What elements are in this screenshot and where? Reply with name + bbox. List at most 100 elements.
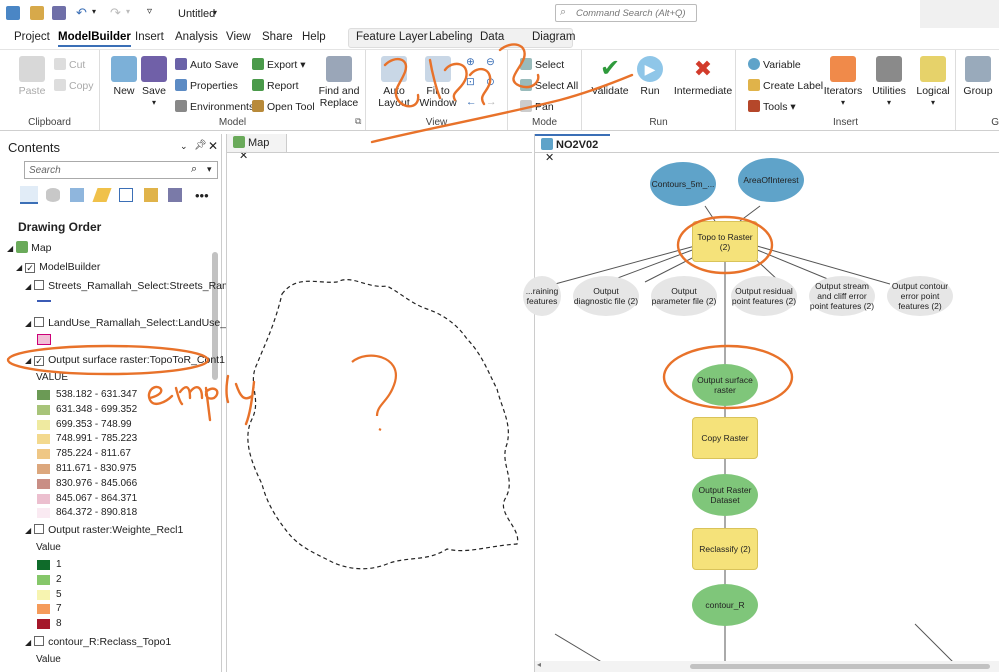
pan-button[interactable]: Pan bbox=[520, 100, 554, 113]
redo-icon[interactable]: ↷ bbox=[110, 5, 121, 21]
search-dropdown-icon[interactable]: ▾ bbox=[207, 164, 212, 175]
select-all-button[interactable]: Select All bbox=[520, 79, 578, 92]
environments-button[interactable]: Environments bbox=[175, 100, 254, 113]
list-by-selection-icon[interactable] bbox=[70, 188, 84, 202]
tab-project[interactable]: Project bbox=[14, 31, 50, 43]
tab-help[interactable]: Help bbox=[302, 31, 326, 43]
pin-icon[interactable]: 📌︎ bbox=[194, 140, 207, 151]
zoom-fit-icon[interactable]: ⊙ bbox=[486, 76, 495, 88]
more-options-icon[interactable]: ••• bbox=[195, 188, 209, 203]
create-label-button[interactable]: Create Label bbox=[748, 79, 823, 92]
next-extent-icon[interactable]: → bbox=[486, 96, 497, 108]
open-tool-button[interactable]: Open Tool bbox=[252, 100, 315, 113]
output-residual-point-features[interactable]: Output residual point features (2) bbox=[731, 276, 797, 316]
select-button[interactable]: Select bbox=[520, 58, 564, 71]
paste-button[interactable]: Paste bbox=[10, 56, 54, 97]
copy-button[interactable]: Copy bbox=[54, 79, 94, 92]
output-surface-raster-variable[interactable]: Output surface raster bbox=[692, 364, 758, 406]
list-by-drawing-order-icon[interactable] bbox=[20, 186, 38, 204]
layer-contour-r[interactable]: ◢ contour_R:Reclass_Topo1 bbox=[25, 636, 171, 648]
zoom-in-icon[interactable]: ⊕ bbox=[466, 56, 475, 68]
copy-raster-tool[interactable]: Copy Raster bbox=[692, 417, 758, 459]
new-project-icon[interactable] bbox=[6, 6, 20, 20]
list-by-perspective-icon[interactable] bbox=[168, 188, 182, 202]
collapse-icon[interactable]: ◢ bbox=[7, 244, 13, 253]
topo-to-raster-tool[interactable]: Topo to Raster (2) bbox=[692, 221, 758, 262]
output-parameter-file[interactable]: Output parameter file (2) bbox=[651, 276, 717, 316]
undo-icon[interactable]: ↶ bbox=[76, 5, 87, 21]
reclassify-tool[interactable]: Reclassify (2) bbox=[692, 528, 758, 570]
redo-dropdown-icon[interactable]: ▾ bbox=[126, 7, 130, 16]
map-view[interactable]: Map ✕ ? bbox=[226, 134, 532, 672]
tab-view[interactable]: View bbox=[226, 31, 251, 43]
layer-checkbox[interactable] bbox=[34, 317, 45, 327]
tab-data[interactable]: Data bbox=[480, 31, 504, 43]
run-button[interactable]: ▶ Run bbox=[630, 56, 670, 97]
tools-button[interactable]: Tools ▾ bbox=[748, 100, 796, 113]
layer-streets[interactable]: ◢ Streets_Ramallah_Select:Streets_Ram... bbox=[25, 280, 240, 292]
close-pane-icon[interactable]: ✕ bbox=[208, 139, 218, 153]
scroll-left-icon[interactable]: ◂ bbox=[537, 660, 541, 669]
logical-button[interactable]: Logical ▾ bbox=[910, 56, 956, 109]
title-dropdown-icon[interactable]: ▾ bbox=[213, 8, 217, 17]
list-by-labeling-icon[interactable] bbox=[144, 188, 158, 202]
tab-modelbuilder[interactable]: ModelBuilder bbox=[58, 31, 131, 47]
scrollbar-thumb[interactable] bbox=[690, 664, 990, 669]
input-contours-variable[interactable]: Contours_5m_... bbox=[650, 162, 716, 206]
auto-save-button[interactable]: Auto Save bbox=[175, 58, 238, 71]
pane-options-icon[interactable]: ⌄ bbox=[180, 141, 188, 152]
layer-checkbox[interactable] bbox=[34, 636, 45, 646]
previous-extent-icon[interactable]: ← bbox=[466, 96, 477, 108]
auto-layout-button[interactable]: Auto Layout bbox=[372, 56, 416, 109]
list-by-editing-icon[interactable] bbox=[92, 188, 112, 202]
list-by-source-icon[interactable] bbox=[46, 188, 60, 202]
intermediate-button[interactable]: ✖ Intermediate bbox=[672, 56, 734, 97]
layer-weighted-reclass[interactable]: ◢ Output raster:Weighte_Recl1 bbox=[25, 524, 183, 536]
open-icon[interactable] bbox=[30, 6, 44, 20]
tab-insert[interactable]: Insert bbox=[135, 31, 164, 43]
layer-landuse[interactable]: ◢ LandUse_Ramallah_Select:LandUse_R... bbox=[25, 317, 242, 329]
map-node[interactable]: ◢ Map bbox=[7, 241, 52, 254]
export-button[interactable]: Export ▾ bbox=[252, 58, 306, 71]
layer-checkbox[interactable]: ✓ bbox=[34, 356, 45, 366]
output-raster-dataset-variable[interactable]: Output Raster Dataset bbox=[692, 474, 758, 516]
layer-output-surface-raster[interactable]: ◢ ✓ Output surface raster:TopoToR_Cont1 bbox=[25, 354, 225, 366]
model-dialog-launcher-icon[interactable]: ⧉ bbox=[355, 116, 361, 127]
output-stream-cliff-error[interactable]: Output stream and cliff error point feat… bbox=[809, 276, 875, 316]
contour-r-variable[interactable]: contour_R bbox=[692, 584, 758, 626]
report-button[interactable]: Report bbox=[252, 79, 299, 92]
save-project-icon[interactable] bbox=[52, 6, 66, 20]
zoom-out-icon[interactable]: ⊖ bbox=[486, 56, 495, 68]
project-title[interactable]: Untitled bbox=[178, 8, 215, 20]
tab-analysis[interactable]: Analysis bbox=[175, 31, 218, 43]
list-by-snapping-icon[interactable] bbox=[119, 188, 133, 202]
cut-button[interactable]: Cut bbox=[54, 58, 85, 71]
find-replace-button[interactable]: Find and Replace bbox=[316, 56, 362, 109]
contents-search-input[interactable]: Search ⌕ ▾ bbox=[24, 161, 218, 179]
tab-labeling[interactable]: Labeling bbox=[429, 31, 472, 43]
tab-feature-layer[interactable]: Feature Layer bbox=[356, 31, 428, 43]
modelbuilder-layer-group[interactable]: ◢ ✓ ModelBuilder bbox=[16, 261, 100, 273]
horizontal-scrollbar[interactable]: ◂ bbox=[535, 660, 999, 672]
tab-share[interactable]: Share bbox=[262, 31, 293, 43]
save-model-button[interactable]: Save ▾ bbox=[132, 56, 176, 109]
output-diagnostic-file[interactable]: Output diagnostic file (2) bbox=[573, 276, 639, 316]
variable-button[interactable]: Variable bbox=[748, 58, 801, 71]
command-search[interactable]: ⌕ Command Search (Alt+Q) bbox=[555, 4, 697, 22]
output-training-features[interactable]: ...raining features bbox=[523, 276, 561, 316]
validate-button[interactable]: ✔ Validate bbox=[588, 56, 632, 98]
undo-dropdown-icon[interactable]: ▾ bbox=[92, 7, 96, 16]
layer-checkbox[interactable]: ✓ bbox=[25, 263, 36, 273]
properties-button[interactable]: Properties bbox=[175, 79, 238, 92]
input-aoi-variable[interactable]: AreaOfInterest bbox=[738, 158, 804, 202]
fit-window-button[interactable]: Fit to Window bbox=[416, 56, 460, 109]
group-button[interactable]: Group bbox=[960, 56, 996, 97]
customize-qat-icon[interactable]: ▿ bbox=[147, 6, 152, 17]
layer-checkbox[interactable] bbox=[34, 524, 45, 534]
model-view[interactable]: NO2V02 ✕ Contours_5m_... AreaOfInterest … bbox=[523, 134, 999, 672]
output-contour-error[interactable]: Output contour error point features (2) bbox=[887, 276, 953, 316]
layer-checkbox[interactable] bbox=[34, 280, 45, 290]
tab-diagram[interactable]: Diagram bbox=[532, 31, 575, 43]
zoom-full-icon[interactable]: ⊡ bbox=[466, 76, 475, 88]
utilities-button[interactable]: Utilities ▾ bbox=[866, 56, 912, 109]
